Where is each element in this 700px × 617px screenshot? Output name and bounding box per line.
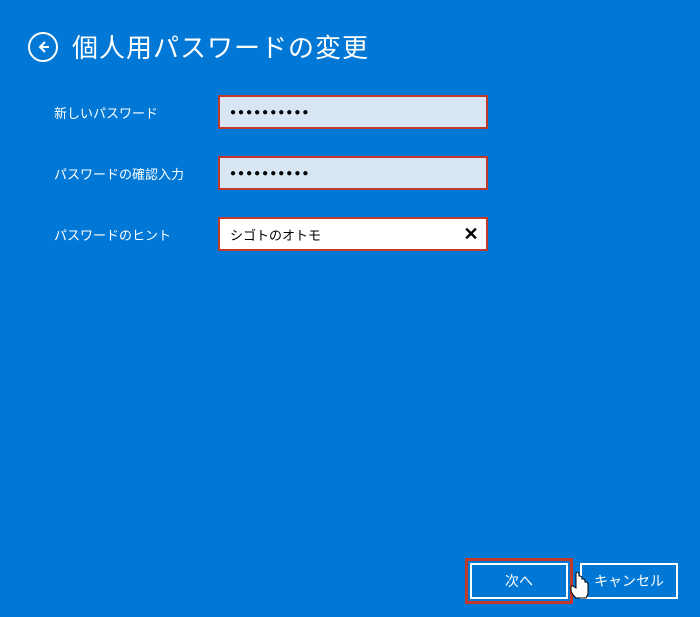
page-title: 個人用パスワードの変更	[72, 28, 369, 65]
back-arrow-icon	[35, 39, 51, 55]
new-password-label: 新しいパスワード	[0, 103, 218, 122]
next-button[interactable]: 次へ	[470, 563, 568, 599]
hint-input[interactable]	[218, 217, 488, 251]
confirm-password-input[interactable]	[218, 156, 488, 190]
close-icon: ✕	[463, 224, 478, 245]
password-form: 新しいパスワード パスワードの確認入力 パスワードのヒント ✕	[0, 95, 700, 251]
hint-label: パスワードのヒント	[0, 225, 218, 244]
clear-hint-button[interactable]: ✕	[456, 219, 486, 249]
back-button[interactable]	[28, 32, 58, 62]
confirm-password-label: パスワードの確認入力	[0, 164, 218, 183]
new-password-input[interactable]	[218, 95, 488, 129]
cancel-button[interactable]: キャンセル	[580, 563, 678, 599]
